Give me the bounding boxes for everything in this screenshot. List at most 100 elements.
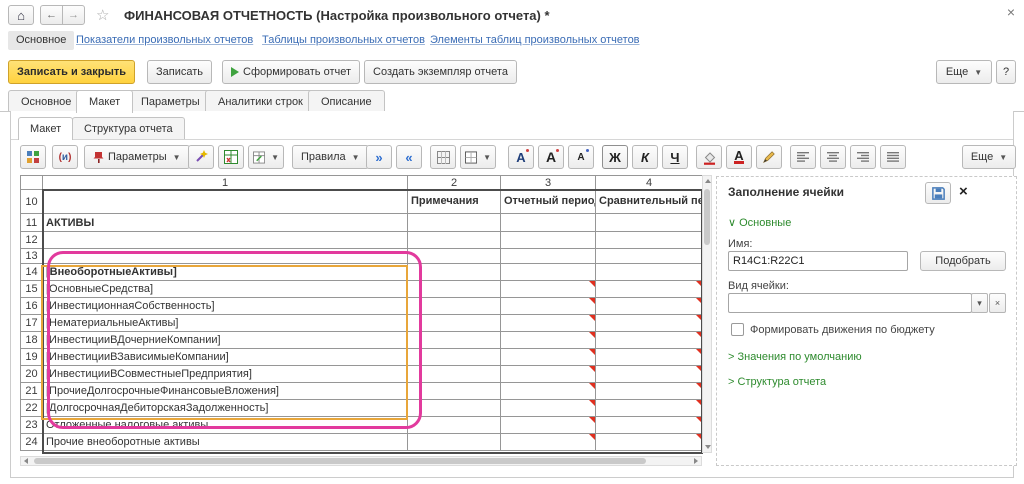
cell[interactable] <box>43 249 408 264</box>
save-and-close-button[interactable]: Записать и закрыть <box>8 60 135 84</box>
tab-row-analytics[interactable]: Аналитики строк <box>205 90 316 112</box>
favorite-star-icon[interactable]: ☆ <box>96 6 109 24</box>
cell[interactable] <box>501 417 596 434</box>
cell[interactable] <box>408 214 501 232</box>
report-settings-button[interactable] <box>20 145 46 169</box>
expand-all-button[interactable]: » <box>366 145 392 169</box>
scroll-right-icon[interactable] <box>694 458 698 464</box>
home-button[interactable]: ⌂ <box>8 5 34 25</box>
row-header[interactable]: 18 <box>21 332 43 349</box>
cell[interactable] <box>501 383 596 400</box>
cell[interactable]: [ВнеоборотныеАктивы] <box>43 264 408 281</box>
cell[interactable] <box>501 232 596 249</box>
export-excel-button[interactable] <box>218 145 244 169</box>
align-left-button[interactable] <box>790 145 816 169</box>
cell[interactable] <box>501 298 596 315</box>
row-header[interactable]: 13 <box>21 249 43 264</box>
row-header[interactable]: 12 <box>21 232 43 249</box>
row-header[interactable]: 14 <box>21 264 43 281</box>
spreadsheet[interactable]: 123410ПримечанияОтчетный периодСравнител… <box>20 175 712 467</box>
back-button[interactable]: ← <box>40 5 63 25</box>
pick-button[interactable]: Подобрать <box>920 251 1006 271</box>
cell[interactable] <box>43 232 408 249</box>
cell[interactable]: Прочие внеоборотные активы <box>43 434 408 451</box>
cell[interactable] <box>501 366 596 383</box>
cell[interactable]: [НематериальныеАктивы] <box>43 315 408 332</box>
vertical-scrollbar[interactable] <box>702 175 712 453</box>
cell[interactable] <box>596 417 703 434</box>
cell[interactable] <box>408 298 501 315</box>
merge-cells-button[interactable] <box>430 145 456 169</box>
forward-button[interactable]: → <box>62 5 85 25</box>
cell[interactable]: Отложенные налоговые активы <box>43 417 408 434</box>
column-header[interactable]: 1 <box>43 176 408 190</box>
cell[interactable] <box>596 349 703 366</box>
section-defaults[interactable]: > Значения по умолчанию <box>728 351 862 363</box>
cell[interactable] <box>596 315 703 332</box>
autofill-button[interactable] <box>188 145 214 169</box>
cell[interactable] <box>408 349 501 366</box>
cell[interactable]: Отчетный период <box>501 190 596 214</box>
cell[interactable] <box>501 434 596 451</box>
cell[interactable] <box>596 214 703 232</box>
cell[interactable] <box>596 232 703 249</box>
tab-main[interactable]: Основное <box>8 90 84 112</box>
align-justify-button[interactable] <box>880 145 906 169</box>
cell[interactable] <box>408 417 501 434</box>
row-header[interactable]: 10 <box>21 190 43 214</box>
corner-cell[interactable] <box>21 176 43 190</box>
nav-link-table-elements[interactable]: Элементы таблиц произвольных отчетов <box>430 34 640 46</box>
cell[interactable] <box>501 214 596 232</box>
row-header[interactable]: 20 <box>21 366 43 383</box>
column-header[interactable]: 4 <box>596 176 703 190</box>
row-header[interactable]: 22 <box>21 400 43 417</box>
bold-button[interactable]: Ж <box>602 145 628 169</box>
font-button[interactable]: A <box>508 145 534 169</box>
row-header[interactable]: 23 <box>21 417 43 434</box>
combo-clear-icon[interactable]: × <box>989 293 1006 313</box>
cell[interactable] <box>408 264 501 281</box>
generate-report-button[interactable]: Сформировать отчет <box>222 60 360 84</box>
nav-link-indicators[interactable]: Показатели произвольных отчетов <box>76 34 253 46</box>
cell[interactable]: [ПрочиеДолгосрочныеФинансовыеВложения] <box>43 383 408 400</box>
italic-button[interactable]: К <box>632 145 658 169</box>
cell[interactable] <box>408 281 501 298</box>
row-header[interactable]: 17 <box>21 315 43 332</box>
nav-link-tables[interactable]: Таблицы произвольных отчетов <box>262 34 425 46</box>
budget-movements-checkbox[interactable] <box>731 323 744 336</box>
tab-parameters[interactable]: Параметры <box>128 90 213 112</box>
text-color-button[interactable]: A <box>726 145 752 169</box>
cell[interactable] <box>408 332 501 349</box>
cell[interactable] <box>408 249 501 264</box>
cell[interactable] <box>408 400 501 417</box>
subtab-report-structure[interactable]: Структура отчета <box>72 117 185 139</box>
font-decrease-button[interactable]: A <box>568 145 594 169</box>
more-button[interactable]: Еще▼ <box>936 60 992 84</box>
panel-close-icon[interactable]: × <box>959 183 968 200</box>
vertical-scroll-thumb[interactable] <box>704 189 710 245</box>
collapse-all-button[interactable]: « <box>396 145 422 169</box>
cell[interactable]: [ОсновныеСредства] <box>43 281 408 298</box>
column-header[interactable]: 2 <box>408 176 501 190</box>
tab-description[interactable]: Описание <box>308 90 385 112</box>
close-icon[interactable]: × <box>1002 4 1020 20</box>
cell[interactable] <box>408 434 501 451</box>
cell-kind-button[interactable]: ▼ <box>248 145 284 169</box>
cell[interactable] <box>501 315 596 332</box>
horizontal-scroll-thumb[interactable] <box>34 458 646 464</box>
save-button[interactable]: Записать <box>147 60 212 84</box>
cell[interactable] <box>501 249 596 264</box>
tab-layout[interactable]: Макет <box>76 90 133 113</box>
row-header[interactable]: 24 <box>21 434 43 451</box>
show-names-button[interactable]: (и) <box>52 145 78 169</box>
fill-color-button[interactable] <box>696 145 722 169</box>
cell[interactable] <box>596 383 703 400</box>
cell[interactable]: [ИнвестиционнаяСобственность] <box>43 298 408 315</box>
create-report-instance-button[interactable]: Создать экземпляр отчета <box>364 60 517 84</box>
cell[interactable] <box>501 349 596 366</box>
sheet-table[interactable]: 123410ПримечанияОтчетный периодСравнител… <box>20 175 703 451</box>
cell[interactable] <box>596 366 703 383</box>
row-header[interactable]: 11 <box>21 214 43 232</box>
cell[interactable]: [ДолгосрочнаяДебиторскаяЗадолженность] <box>43 400 408 417</box>
cell[interactable] <box>408 383 501 400</box>
